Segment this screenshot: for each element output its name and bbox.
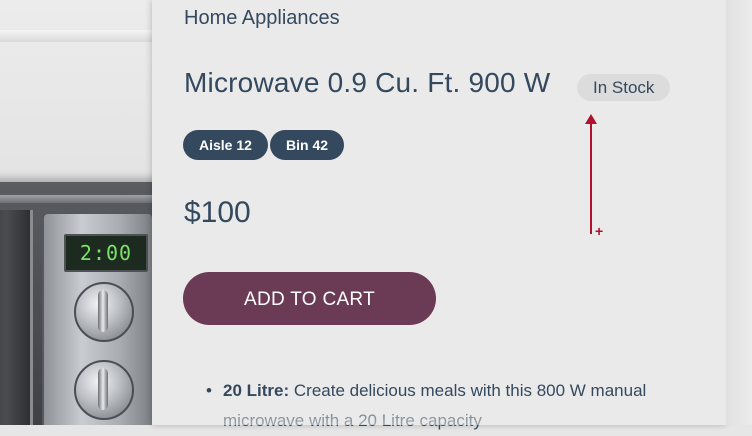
add-to-cart-button[interactable]: ADD TO CART	[183, 272, 436, 325]
product-price: $100	[184, 196, 251, 229]
stock-status-badge: In Stock	[577, 74, 671, 101]
product-image: 2:00	[0, 0, 160, 425]
product-title: Microwave 0.9 Cu. Ft. 900 W	[184, 67, 551, 98]
product-category: Home Appliances	[184, 7, 340, 29]
arrow-up-icon	[585, 114, 597, 124]
microwave-door	[0, 210, 33, 425]
annotation-arrow-shaft	[590, 122, 592, 234]
aisle-tag: Aisle 12	[183, 130, 268, 160]
crosshair-icon: +	[595, 223, 604, 239]
image-backdrop	[0, 30, 160, 42]
feature-list: • 20 Litre: Create delicious meals with …	[206, 376, 676, 436]
microwave-display: 2:00	[64, 234, 148, 272]
feature-item: • 20 Litre: Create delicious meals with …	[206, 376, 676, 436]
feature-name: 20 Litre:	[223, 381, 290, 400]
microwave-knob-icon	[74, 282, 134, 342]
bullet-icon: •	[206, 381, 212, 400]
page-edge	[726, 0, 752, 425]
microwave-trim	[0, 195, 160, 203]
microwave-knob-icon	[74, 360, 134, 420]
bin-tag: Bin 42	[270, 130, 345, 160]
